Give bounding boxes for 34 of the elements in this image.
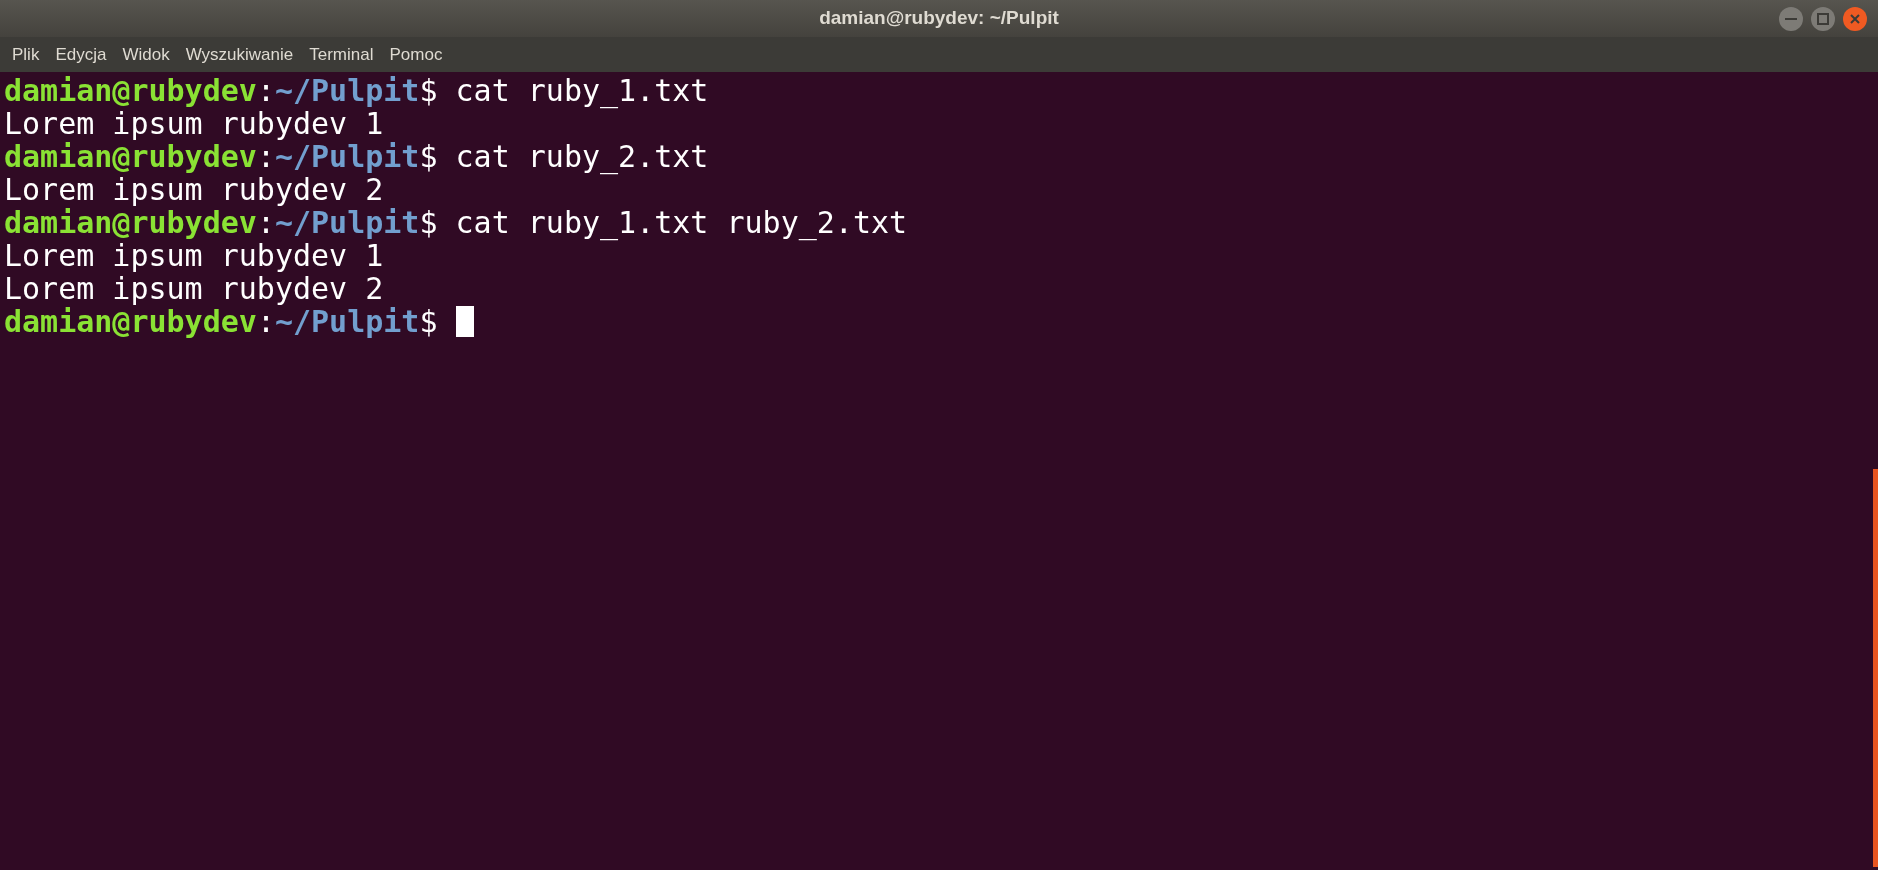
prompt-user-host: damian@rubydev: [4, 74, 257, 107]
command-text: cat ruby_1.txt ruby_2.txt: [455, 206, 908, 239]
prompt-path: ~/Pulpit: [274, 140, 420, 173]
prompt-symbol: $: [419, 74, 438, 107]
window-title: damian@rubydev: ~/Pulpit: [819, 6, 1059, 31]
scrollbar-thumb[interactable]: [1873, 469, 1878, 867]
menu-item[interactable]: Edycja: [49, 41, 113, 68]
menu-item[interactable]: Pomoc: [383, 41, 449, 68]
output-text: Lorem ipsum rubydev 2: [4, 173, 384, 206]
prompt-path: ~/Pulpit: [274, 206, 420, 239]
output-text: Lorem ipsum rubydev 1: [4, 107, 384, 140]
prompt-separator: :: [256, 74, 275, 107]
menu-item[interactable]: Widok: [116, 41, 176, 68]
prompt-path: ~/Pulpit: [274, 74, 420, 107]
command-text: cat ruby_1.txt: [455, 74, 709, 107]
prompt-separator: :: [256, 140, 275, 173]
prompt-symbol: $: [419, 206, 438, 239]
prompt-user-host: damian@rubydev: [4, 305, 257, 338]
prompt-path: ~/Pulpit: [274, 305, 420, 338]
prompt-symbol: $: [419, 305, 438, 338]
prompt-user-host: damian@rubydev: [4, 140, 257, 173]
maximize-icon[interactable]: [1810, 6, 1836, 32]
output-text: Lorem ipsum rubydev 2: [4, 272, 384, 305]
prompt-separator: :: [256, 206, 275, 239]
minimize-icon[interactable]: [1778, 6, 1804, 32]
menu-item[interactable]: Terminal: [303, 41, 380, 68]
menu-item[interactable]: Plik: [6, 41, 46, 68]
command-text: cat ruby_2.txt: [455, 140, 709, 173]
prompt-symbol: $: [419, 140, 438, 173]
output-text: Lorem ipsum rubydev 1: [4, 239, 384, 272]
menu-item[interactable]: Wyszukiwanie: [179, 41, 300, 68]
close-icon[interactable]: [1842, 6, 1868, 32]
prompt-separator: :: [256, 305, 275, 338]
prompt-user-host: damian@rubydev: [4, 206, 257, 239]
